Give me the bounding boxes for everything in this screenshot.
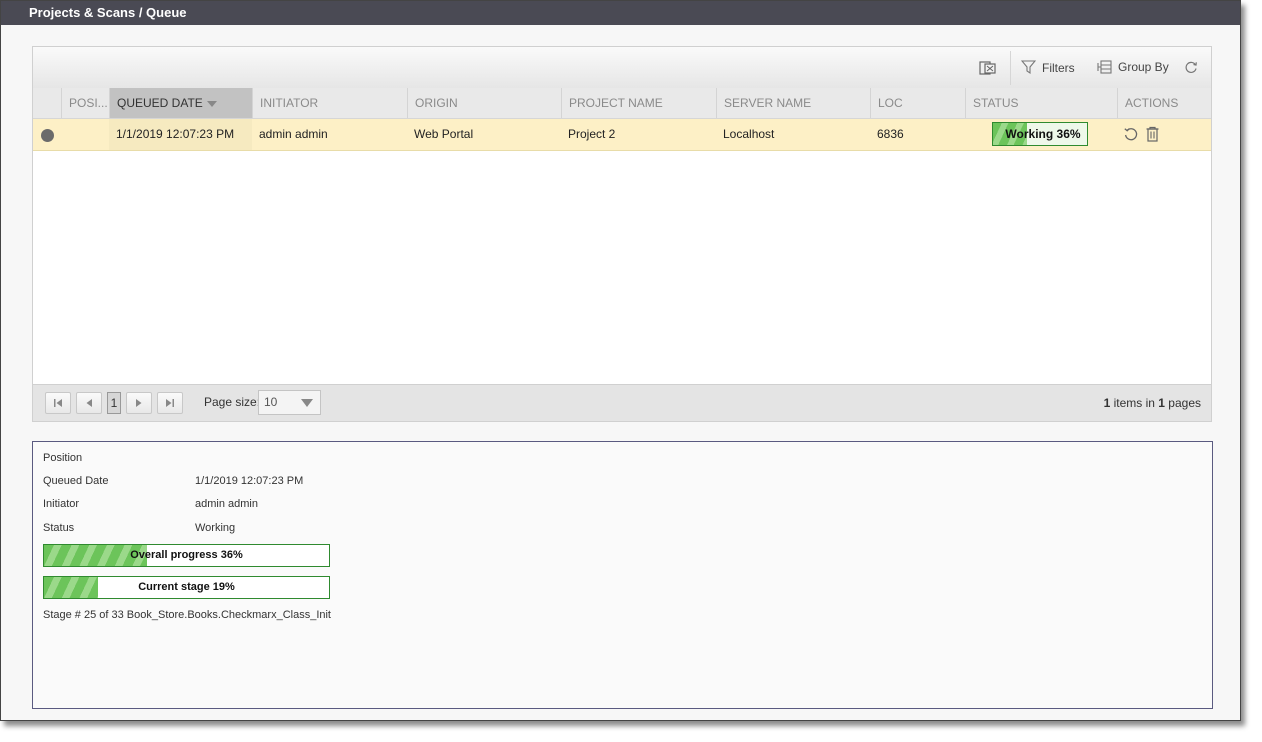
queue-grid: Filters Group By POSI... QUEUED DATE INI…	[32, 46, 1212, 422]
header-status[interactable]: STATUS	[965, 88, 1117, 118]
header-queued-date[interactable]: QUEUED DATE	[109, 88, 252, 118]
sort-desc-icon	[206, 100, 217, 107]
header-queued-date-label: QUEUED DATE	[117, 96, 203, 110]
restart-icon[interactable]	[1123, 126, 1139, 147]
grid-toolbar: Filters Group By	[33, 47, 1211, 89]
cell-server-name: Localhost	[723, 127, 775, 141]
queue-window: Projects & Scans / Queue Filters Group B…	[0, 0, 1241, 721]
cell-project-name: Project 2	[568, 127, 616, 141]
title-bar: Projects & Scans / Queue	[1, 1, 1240, 25]
header-origin[interactable]: ORIGIN	[407, 88, 561, 118]
pager-info: 1 items in 1 pages	[1104, 396, 1201, 410]
filters-button[interactable]: Filters	[1021, 60, 1075, 75]
overall-progress-text: Overall progress 36%	[130, 549, 243, 561]
detail-status-value: Working	[195, 522, 236, 534]
header-actions: ACTIONS	[1117, 88, 1212, 118]
refresh-icon[interactable]	[1184, 60, 1204, 74]
detail-queued-date-label: Queued Date	[43, 475, 109, 487]
detail-initiator-label: Initiator	[43, 498, 80, 510]
cell-position	[61, 119, 109, 150]
page-size-select[interactable]: 10	[258, 390, 321, 415]
delete-icon[interactable]	[1145, 126, 1160, 147]
chevron-down-icon	[301, 399, 313, 407]
page-number-1[interactable]: 1	[107, 392, 121, 414]
overall-progress-bar: Overall progress 36%	[43, 544, 330, 567]
prev-page-icon	[86, 399, 92, 407]
group-by-label: Group By	[1118, 60, 1169, 74]
group-by-button[interactable]: Group By	[1097, 60, 1169, 74]
page-size-label: Page size:	[204, 395, 261, 409]
cell-queued-date: 1/1/2019 12:07:23 PM	[109, 119, 252, 150]
first-page-button[interactable]	[45, 392, 71, 414]
header-project-name[interactable]: PROJECT NAME	[561, 88, 716, 118]
table-row[interactable]: 1/1/2019 12:07:23 PM admin admin Web Por…	[33, 119, 1211, 151]
current-stage-text: Current stage 19%	[138, 581, 235, 593]
page-size-value: 10	[264, 395, 278, 409]
current-stage-bar: Current stage 19%	[43, 576, 330, 599]
grid-header: POSI... QUEUED DATE INITIATOR ORIGIN PRO…	[33, 88, 1211, 119]
group-by-icon	[1097, 60, 1112, 74]
cell-origin: Web Portal	[414, 127, 474, 141]
detail-position-label: Position	[43, 452, 83, 464]
stage-info: Stage # 25 of 33 Book_Store.Books.Checkm…	[43, 609, 331, 621]
header-server-name[interactable]: SERVER NAME	[716, 88, 870, 118]
breadcrumb: Projects & Scans / Queue	[29, 5, 187, 20]
detail-initiator-value: admin admin	[195, 498, 258, 510]
first-page-icon	[54, 399, 62, 407]
prev-page-button[interactable]	[76, 392, 102, 414]
filters-label: Filters	[1042, 60, 1075, 75]
details-panel: Position Queued Date 1/1/2019 12:07:23 P…	[32, 441, 1213, 709]
next-page-icon	[136, 399, 142, 407]
items-in-label: items in	[1110, 396, 1159, 410]
last-page-button[interactable]	[157, 392, 183, 414]
last-page-icon	[166, 399, 174, 407]
header-loc[interactable]: LOC	[870, 88, 965, 118]
pager: 1 Page size: 10 1 items in 1 pages	[33, 384, 1211, 421]
pages-count: 1	[1158, 396, 1165, 410]
detail-status-label: Status	[43, 522, 75, 534]
cell-initiator: admin admin	[259, 127, 328, 141]
detail-queued-date-value: 1/1/2019 12:07:23 PM	[195, 475, 304, 487]
toolbar-separator	[1010, 51, 1011, 85]
pages-label: pages	[1164, 396, 1201, 410]
status-progress-bar: Working 36%	[992, 122, 1088, 146]
row-status-dot	[41, 129, 54, 142]
status-progress-text: Working 36%	[1005, 127, 1081, 141]
header-position[interactable]: POSI...	[61, 88, 109, 118]
export-excel-icon[interactable]	[979, 60, 1003, 76]
header-initiator[interactable]: INITIATOR	[252, 88, 407, 118]
cell-loc: 6836	[877, 127, 904, 141]
next-page-button[interactable]	[126, 392, 152, 414]
filter-icon	[1021, 60, 1036, 75]
